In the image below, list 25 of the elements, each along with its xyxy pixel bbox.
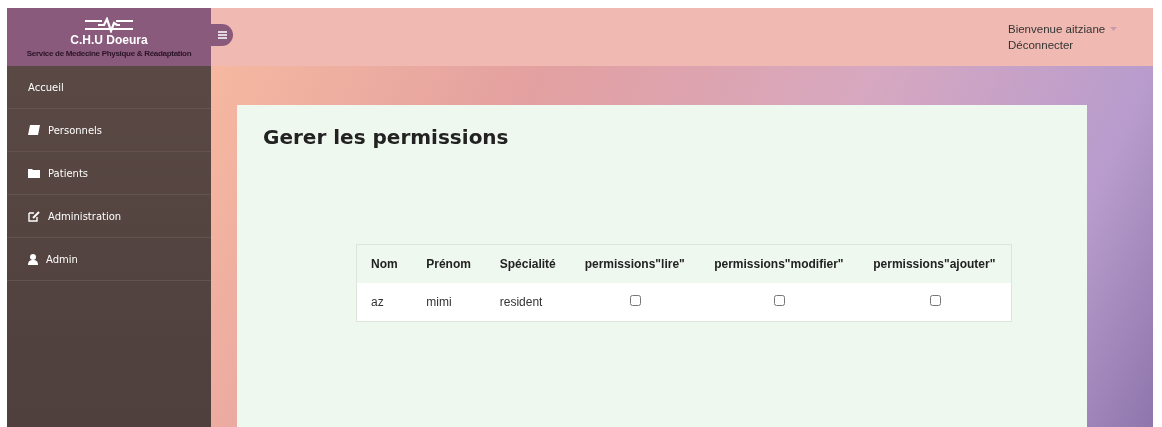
user-menu[interactable]: Bienvenue aitziane xyxy=(1008,21,1138,37)
logout-link[interactable]: Déconnecter xyxy=(1008,37,1138,53)
column-header: permissions"ajouter" xyxy=(859,244,1012,283)
column-header: permissions"lire" xyxy=(570,244,701,283)
heartbeat-logo-icon xyxy=(84,16,134,33)
user-icon xyxy=(28,253,38,265)
brand-title: C.H.U Doeura xyxy=(70,32,148,47)
column-header: permissions"modifier" xyxy=(700,244,860,283)
column-header: Spécialité xyxy=(485,244,571,283)
permission-checkbox[interactable] xyxy=(774,295,786,306)
caret-icon xyxy=(1110,27,1118,31)
edit-icon xyxy=(28,210,40,222)
menu-button[interactable] xyxy=(211,24,233,46)
table-cell: mimi xyxy=(412,283,486,322)
column-header: Nom xyxy=(356,244,413,283)
book-icon xyxy=(28,125,40,135)
column-header: Prénom xyxy=(412,244,486,283)
page-title: Gerer les permissions xyxy=(263,125,510,149)
table-cell: resident xyxy=(485,283,571,322)
brand-subtitle: Service de Medecine Physique & Réadaptation xyxy=(26,48,192,58)
menu-icon xyxy=(217,31,227,39)
permission-checkbox[interactable] xyxy=(629,295,641,306)
folder-icon xyxy=(28,168,40,178)
permission-checkbox[interactable] xyxy=(929,295,941,306)
table-cell: az xyxy=(356,283,413,322)
